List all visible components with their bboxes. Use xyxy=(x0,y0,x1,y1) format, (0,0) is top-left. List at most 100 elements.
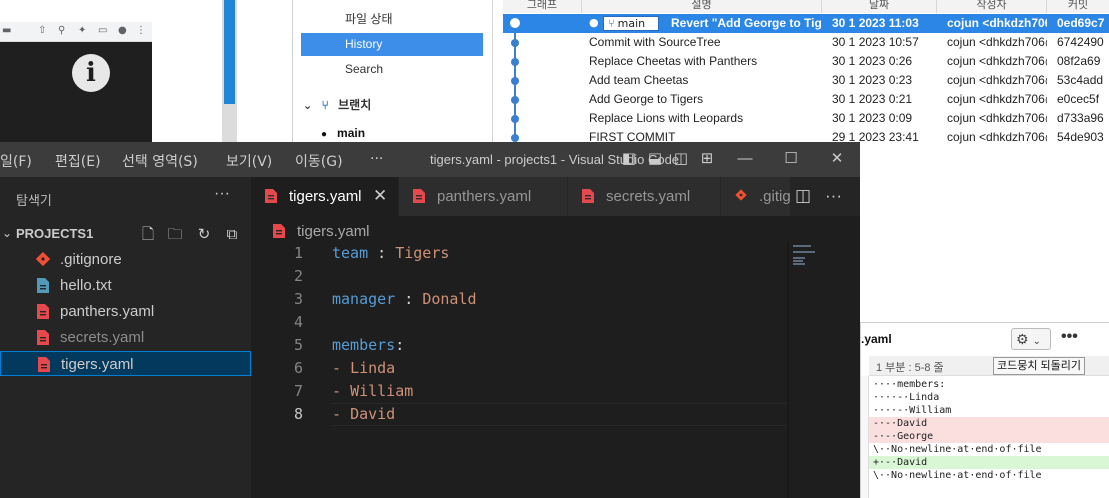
breadcrumb-file: tigers.yaml xyxy=(297,223,370,240)
new-file-icon[interactable]: 🗋 xyxy=(138,225,158,245)
commit-date: 30 1 2023 0:21 xyxy=(832,92,913,106)
diff-line: -·-·George xyxy=(869,430,1109,443)
toggle-secondary-sidebar-icon[interactable]: ◫ xyxy=(672,150,690,168)
commit-author: cojun <dhkdzh706@gmail.com> xyxy=(947,16,1047,30)
menu-edit[interactable]: 편집(E) xyxy=(55,151,101,171)
diff-line: +·-·David xyxy=(869,456,1109,469)
breadcrumb[interactable]: tigers.yaml xyxy=(251,220,860,242)
commit-row[interactable]: Add George to Tigers 30 1 2023 0:21 cojun … xyxy=(503,90,1109,109)
yaml-separator: : xyxy=(368,244,396,262)
revert-hunk-button[interactable]: 코드뭉치 되돌리기 xyxy=(993,357,1086,375)
minimize-icon[interactable]: — xyxy=(736,150,754,168)
editor-more-icon[interactable]: ··· xyxy=(825,186,842,206)
hunk-label: 1 부분 : 5-8 줄 xyxy=(876,362,944,374)
menu-file[interactable]: 일(F) xyxy=(0,151,32,171)
diff-more-button[interactable]: ••• xyxy=(1061,328,1078,346)
file-name: hello.txt xyxy=(60,277,112,294)
close-icon[interactable]: ✕ xyxy=(373,186,387,206)
explorer-sidebar: 탐색기 ··· ⌄ PROJECTS1 🗋 🗀 ↻ ⧉ .gitignore he… xyxy=(0,177,251,498)
commit-row[interactable]: Commit with SourceTree 30 1 2023 10:57 coj… xyxy=(503,33,1109,52)
commit-node xyxy=(511,96,519,104)
file-name: .gitignore xyxy=(60,251,122,268)
column-header-author[interactable]: 작성자 xyxy=(937,0,1047,13)
file-item[interactable]: hello.txt xyxy=(0,273,251,298)
yaml-file-icon xyxy=(37,330,49,345)
toggle-panel-icon[interactable]: ⬓ xyxy=(646,150,664,168)
file-name: secrets.yaml xyxy=(60,329,145,346)
refresh-icon[interactable]: ↻ xyxy=(194,225,214,245)
column-header-graph[interactable]: 그래프 xyxy=(503,0,582,13)
menu-go[interactable]: 이동(G) xyxy=(295,151,343,171)
project-header[interactable]: ⌄ PROJECTS1 🗋 🗀 ↻ ⧉ xyxy=(0,223,251,245)
code-line: team : Tigers xyxy=(332,244,449,262)
file-item[interactable]: secrets.yaml xyxy=(0,325,251,350)
diff-settings-button[interactable]: ⚙ ⌄ xyxy=(1011,328,1051,350)
split-editor-icon[interactable]: ◫ xyxy=(795,186,811,206)
column-header-description[interactable]: 설명 xyxy=(582,0,822,13)
sidebar-item-file-status[interactable]: 파일 상태 xyxy=(301,8,483,31)
sidebar-item-search[interactable]: Search xyxy=(301,58,483,81)
sidebar-item-label: Search xyxy=(345,62,384,76)
file-item[interactable]: panthers.yaml xyxy=(0,299,251,324)
commit-hash: 53c4add xyxy=(1057,73,1104,87)
tab-secrets-yaml[interactable]: secrets.yaml xyxy=(568,177,721,216)
menu-view[interactable]: 보기(V) xyxy=(226,151,272,171)
tab-panthers-yaml[interactable]: panthers.yaml xyxy=(399,177,568,216)
tab-label: secrets.yaml xyxy=(606,188,691,205)
commit-description: Commit with SourceTree xyxy=(589,35,721,49)
diff-file-name: .yaml xyxy=(861,332,892,346)
commit-node xyxy=(510,18,520,28)
file-item[interactable]: tigers.yaml xyxy=(0,351,251,376)
commit-author: cojun <dhkdzh706@gmail.com> xyxy=(947,111,1047,125)
diff-line: -·-·David xyxy=(869,417,1109,430)
tab-label: tigers.yaml xyxy=(289,188,362,205)
commit-row[interactable]: Replace Lions with Leopards 30 1 2023 0:0… xyxy=(503,109,1109,128)
file-name: panthers.yaml xyxy=(60,303,155,320)
commit-row[interactable]: ● ⑂main Revert "Add George to Tigers" 30 1 … xyxy=(503,14,1109,33)
code-line: - David xyxy=(332,405,395,423)
kebab-icon: ⋮ xyxy=(136,25,146,36)
commit-author: cojun <dhkdzh706@gmail.com> xyxy=(947,54,1047,68)
commit-description: Replace Cheetas with Panthers xyxy=(589,54,758,68)
column-header-date[interactable]: 날짜 xyxy=(822,0,937,13)
tab-gitignore[interactable]: .gitignore xyxy=(721,177,791,216)
git-client-window: 파일 상태 History Search ⌄ ⑂ 브랜치 ● main 그래프 설… xyxy=(292,0,1109,144)
column-header-commit[interactable]: 커밋 xyxy=(1047,0,1109,13)
yaml-file-icon xyxy=(582,189,594,203)
yaml-file-icon xyxy=(37,304,49,319)
maximize-icon[interactable]: ☐ xyxy=(782,150,800,168)
git-icon xyxy=(735,189,747,201)
branch-icon: ⑂ xyxy=(321,98,329,112)
minimap[interactable] xyxy=(789,242,860,498)
commit-row[interactable]: Replace Cheetas with Panthers 30 1 2023 0… xyxy=(503,52,1109,71)
collapse-all-icon[interactable]: ⧉ xyxy=(222,225,242,245)
branch-tag[interactable]: ⑂ main xyxy=(603,16,659,31)
customize-layout-icon[interactable]: ⊞ xyxy=(698,150,716,168)
dark-content xyxy=(0,42,152,142)
sidebar-item-label: History xyxy=(345,37,383,51)
tab-tigers-yaml[interactable]: tigers.yaml ✕ xyxy=(251,177,399,216)
branches-section[interactable]: ⌄ ⑂ 브랜치 xyxy=(303,96,371,113)
commit-row[interactable]: Add team Cheetas 30 1 2023 0:23 cojun <dhk… xyxy=(503,71,1109,90)
new-folder-icon[interactable]: 🗀 xyxy=(165,225,185,245)
diff-line: ····-·Linda xyxy=(873,392,940,403)
toggle-sidebar-icon[interactable]: ◧ xyxy=(620,150,638,168)
commit-hash: 08f2a69 xyxy=(1057,54,1101,68)
info-icon[interactable]: i xyxy=(72,54,110,92)
commit-node xyxy=(511,58,519,66)
close-window-icon[interactable]: ✕ xyxy=(828,150,846,168)
code-editor[interactable]: 1 team : Tigers 2 3 manager : Donald 4 5 member… xyxy=(251,242,860,498)
explorer-more-icon[interactable]: ··· xyxy=(214,185,230,203)
file-item[interactable]: .gitignore xyxy=(0,247,251,272)
sidebar-item-history[interactable]: History xyxy=(301,33,483,56)
chevron-down-icon: ⌄ xyxy=(2,226,13,240)
commit-description: Add George to Tigers xyxy=(589,92,704,106)
yaml-value: David xyxy=(350,405,396,423)
branch-item-main[interactable]: ● main xyxy=(321,126,365,140)
menu-selection[interactable]: 선택 영역(S) xyxy=(122,151,198,171)
commit-author: cojun <dhkdzh706@gmail.com> xyxy=(947,35,1047,49)
menu-more[interactable]: ··· xyxy=(370,151,383,167)
yaml-value: Tigers xyxy=(395,244,450,262)
browser-toolbar: ▬ ⇧ ⚲ ✦ ▭ ● ⋮ xyxy=(0,22,152,42)
commit-date: 30 1 2023 11:03 xyxy=(832,16,919,30)
